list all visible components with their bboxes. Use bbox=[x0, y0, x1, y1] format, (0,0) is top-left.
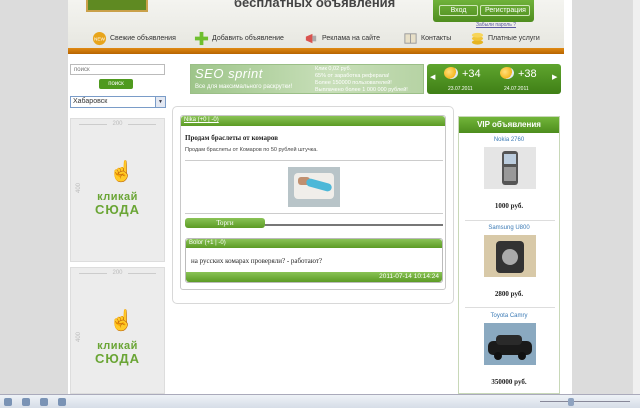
vip-item-photo[interactable] bbox=[484, 235, 536, 277]
site-title: бесплатных объявления bbox=[234, 0, 396, 10]
ad-banner[interactable]: 200 400 ☝ кликай СЮДА bbox=[70, 267, 165, 394]
weather-date: 23.07.2011 bbox=[448, 86, 473, 92]
nav-add-ad[interactable]: Добавить объявление bbox=[194, 31, 284, 46]
divider bbox=[465, 307, 555, 308]
zoom-slider[interactable] bbox=[540, 401, 630, 402]
divider bbox=[185, 213, 443, 214]
page-background-left bbox=[0, 0, 68, 394]
nav-label: Свежие объявления bbox=[110, 35, 176, 42]
vip-item-photo[interactable] bbox=[484, 323, 536, 365]
vip-item-name[interactable]: Samsung U800 bbox=[459, 225, 559, 231]
sun-cloud-icon bbox=[444, 67, 458, 79]
vip-item-price: 1000 руб. bbox=[494, 202, 524, 210]
comment-footer: 2011-07-14 10:14:24 bbox=[186, 272, 442, 282]
status-icon[interactable] bbox=[22, 398, 30, 406]
sun-cloud-icon bbox=[500, 67, 514, 79]
vip-item[interactable]: Samsung U800 2800 руб. bbox=[459, 221, 559, 309]
seo-lines: Клик 0,02 руб. 65% от заработка реферала… bbox=[315, 66, 408, 94]
comment-timestamp: 2011-07-14 10:14:24 bbox=[379, 273, 439, 280]
site-logo[interactable] bbox=[86, 0, 148, 12]
search-input[interactable] bbox=[70, 64, 165, 75]
vip-item-price: 350000 руб. bbox=[491, 378, 527, 386]
login-link[interactable]: Вход bbox=[439, 5, 478, 16]
weather-widget: ◀ +34 23.07.2011 +38 24.07.2011 ▶ bbox=[427, 64, 561, 94]
comment: Bolor (+1 | -0) на русских комарах прове… bbox=[185, 238, 443, 283]
scrollbar[interactable] bbox=[632, 0, 640, 394]
ad-post: Nika (+0 | -0) Продам браслеты от комаро… bbox=[180, 115, 446, 290]
chevron-down-icon[interactable]: ▼ bbox=[155, 97, 165, 107]
megaphone-icon bbox=[305, 33, 317, 44]
divider bbox=[185, 160, 443, 161]
forgot-password-link[interactable]: Забыли пароль ? bbox=[476, 22, 516, 28]
seo-line: Клик 0,02 руб. bbox=[315, 66, 352, 72]
comment-header: Bolor (+1 | -0) bbox=[186, 239, 442, 248]
site-header: бесплатных объявления Вход Регистрация З… bbox=[68, 0, 564, 52]
status-icon[interactable] bbox=[58, 398, 66, 406]
seo-sprint-banner[interactable]: SEO sprint Все для максимального раскрут… bbox=[190, 64, 424, 94]
seo-subtitle: Все для максимального раскрутки! bbox=[195, 84, 293, 90]
vip-item-photo[interactable] bbox=[484, 147, 536, 189]
bidding-tab-bar: Торги bbox=[185, 218, 443, 228]
vip-panel: VIP объявления Nokia 2760 1000 руб. Sams… bbox=[458, 116, 560, 394]
tab-bidding[interactable]: Торги bbox=[185, 218, 265, 228]
banner-text-line2: СЮДА bbox=[94, 202, 141, 217]
vip-item-name[interactable]: Toyota Camry bbox=[459, 313, 559, 319]
nav-label: Контакты bbox=[421, 35, 452, 42]
arrow-right-icon[interactable]: ▶ bbox=[552, 73, 557, 81]
hand-cursor-icon: ☝ bbox=[109, 161, 134, 183]
register-link[interactable]: Регистрация bbox=[480, 5, 530, 16]
ad-banner[interactable]: 200 400 ☝ кликай СЮДА bbox=[70, 118, 165, 262]
comment-author[interactable]: Bolor (+1 | -0) bbox=[189, 240, 226, 246]
nav-advertising[interactable]: Реклама на сайте bbox=[304, 31, 380, 46]
page-container: бесплатных объявления Вход Регистрация З… bbox=[68, 0, 564, 394]
vip-item-price: 2800 руб. bbox=[494, 290, 524, 298]
hand-cursor-icon: ☝ bbox=[109, 310, 134, 332]
book-icon bbox=[404, 33, 417, 44]
nav-label: Платные услуги bbox=[488, 35, 540, 42]
post-author-link[interactable]: Nika (+0 | -0) bbox=[184, 117, 219, 123]
banner-width-label: 200 bbox=[71, 121, 164, 127]
seo-line: 65% от заработка реферала! bbox=[315, 73, 390, 79]
weather-temp: +34 bbox=[462, 68, 481, 80]
nav-label: Реклама на сайте bbox=[322, 35, 381, 42]
coins-icon bbox=[471, 32, 484, 45]
nav-label: Добавить объявление bbox=[212, 35, 284, 42]
post-text: Продам браслеты от Комаров по 50 рублей … bbox=[185, 147, 318, 153]
vip-item-name[interactable]: Nokia 2760 bbox=[459, 137, 559, 143]
header-stripe bbox=[68, 48, 564, 54]
seo-line: Выплачено более 1 000 000 рублей! bbox=[315, 87, 408, 93]
weather-date: 24.07.2011 bbox=[504, 86, 529, 92]
vip-item[interactable]: Nokia 2760 1000 руб. bbox=[459, 133, 559, 221]
vip-title: VIP объявления bbox=[459, 117, 559, 133]
nav-paid-services[interactable]: Платные услуги bbox=[470, 31, 540, 46]
post-title: Продам браслеты от комаров bbox=[185, 134, 279, 142]
comment-text: на русских комарах проверяли? - работают… bbox=[191, 257, 323, 265]
page-background-right bbox=[572, 0, 640, 394]
arrow-left-icon[interactable]: ◀ bbox=[430, 73, 435, 81]
zoom-slider-handle[interactable] bbox=[568, 398, 574, 406]
seo-line: Более 150000 пользователей! bbox=[315, 80, 392, 86]
login-panel: Вход Регистрация bbox=[433, 0, 534, 22]
vip-item[interactable]: Toyota Camry 350000 руб. bbox=[459, 309, 559, 393]
main-nav: NEW Свежие объявления Добавить объявлени… bbox=[68, 29, 564, 47]
seo-title: SEO sprint bbox=[195, 66, 263, 81]
browser-status-bar bbox=[0, 394, 640, 408]
city-select[interactable]: Хабаровск ▼ bbox=[70, 96, 166, 108]
banner-width-label: 200 bbox=[71, 270, 164, 276]
banner-text-line2: СЮДА bbox=[94, 351, 141, 366]
status-icon[interactable] bbox=[40, 398, 48, 406]
new-badge-icon: NEW bbox=[92, 31, 107, 46]
nav-fresh-ads[interactable]: NEW Свежие объявления bbox=[92, 31, 176, 46]
city-select-value: Хабаровск bbox=[73, 98, 108, 105]
status-icon[interactable] bbox=[4, 398, 12, 406]
weather-temp: +38 bbox=[518, 68, 537, 80]
svg-text:NEW: NEW bbox=[94, 36, 105, 41]
nav-contacts[interactable]: Контакты bbox=[403, 31, 451, 46]
search-button[interactable]: поиск bbox=[99, 79, 133, 89]
post-header: Nika (+0 | -0) bbox=[181, 116, 445, 126]
tab-underline bbox=[265, 224, 443, 226]
plus-icon bbox=[194, 31, 209, 46]
post-photo[interactable] bbox=[288, 167, 340, 207]
